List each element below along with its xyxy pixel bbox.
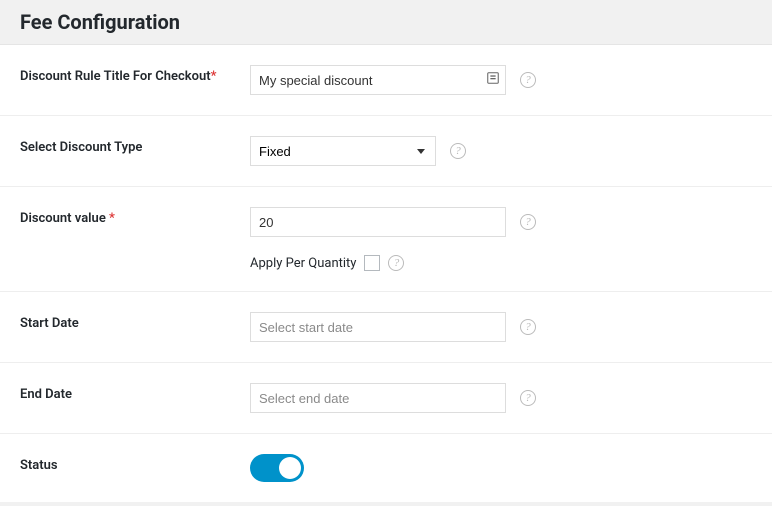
discount-type-select[interactable]: Fixed	[250, 136, 436, 166]
help-icon[interactable]: ?	[388, 255, 404, 271]
row-discount-title: Discount Rule Title For Checkout* ?	[0, 45, 772, 116]
help-icon[interactable]: ?	[520, 214, 536, 230]
start-date-input[interactable]	[250, 312, 506, 342]
help-icon[interactable]: ?	[520, 72, 536, 88]
help-icon[interactable]: ?	[520, 319, 536, 335]
fee-configuration-form: Discount Rule Title For Checkout* ? Sele…	[0, 45, 772, 502]
required-marker: *	[109, 211, 115, 226]
apply-per-quantity-checkbox[interactable]	[364, 255, 380, 271]
label-discount-type: Select Discount Type	[20, 136, 250, 166]
row-discount-value: Discount value * ? Apply Per Quantity ?	[0, 187, 772, 292]
page-header: Fee Configuration	[0, 0, 772, 45]
toggle-knob	[279, 457, 301, 479]
help-icon[interactable]: ?	[520, 390, 536, 406]
label-status: Status	[20, 454, 250, 482]
label-end-date: End Date	[20, 383, 250, 413]
required-marker: *	[211, 69, 217, 84]
label-start-date: Start Date	[20, 312, 250, 342]
label-discount-title: Discount Rule Title For Checkout*	[20, 65, 250, 95]
row-end-date: End Date ?	[0, 363, 772, 434]
end-date-input[interactable]	[250, 383, 506, 413]
row-discount-type: Select Discount Type Fixed ?	[0, 116, 772, 187]
label-discount-value: Discount value *	[20, 207, 250, 271]
discount-value-input[interactable]	[250, 207, 506, 237]
row-status: Status	[0, 434, 772, 502]
apply-per-quantity-label: Apply Per Quantity	[250, 256, 356, 271]
discount-title-input[interactable]	[250, 65, 506, 95]
row-start-date: Start Date ?	[0, 292, 772, 363]
help-icon[interactable]: ?	[450, 143, 466, 159]
status-toggle[interactable]	[250, 454, 304, 482]
page-title: Fee Configuration	[20, 10, 752, 34]
